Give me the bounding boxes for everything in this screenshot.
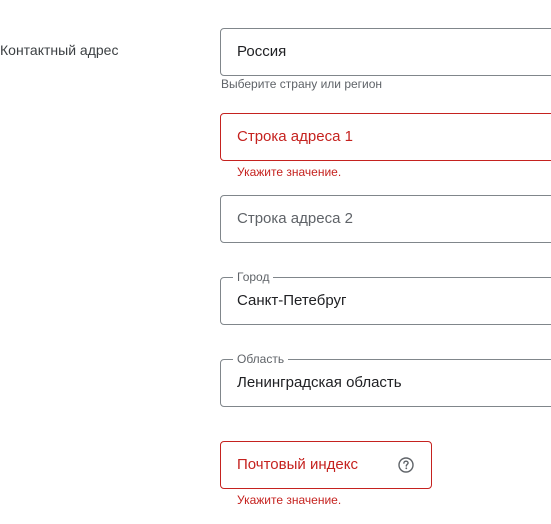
address-line2-placeholder: Строка адреса 2 xyxy=(237,210,353,227)
country-helper-text: Выберите страну или регион xyxy=(221,77,383,91)
address-line1-error: Укажите значение. xyxy=(237,165,342,179)
postal-code-input[interactable]: Почтовый индекс xyxy=(220,441,432,489)
country-select[interactable]: Россия xyxy=(220,28,551,76)
address-line1-input[interactable]: Строка адреса 1 xyxy=(220,113,551,161)
postal-code-placeholder: Почтовый индекс xyxy=(237,456,358,473)
city-input[interactable]: Город Санкт-Петебруг xyxy=(220,270,551,325)
contact-address-form: Контактный адрес Россия Выберите страну … xyxy=(0,0,551,524)
country-value: Россия xyxy=(237,43,287,60)
address-line2-input[interactable]: Строка адреса 2 xyxy=(220,195,551,243)
city-value: Санкт-Петебруг xyxy=(237,292,347,309)
section-label-contact-address: Контактный адрес xyxy=(0,42,119,58)
address-line1-placeholder: Строка адреса 1 xyxy=(237,128,353,145)
region-value: Ленинградская область xyxy=(237,374,402,391)
region-input[interactable]: Область Ленинградская область xyxy=(220,352,551,407)
help-circle-icon[interactable] xyxy=(398,457,414,473)
postal-code-error: Укажите значение. xyxy=(237,493,342,507)
